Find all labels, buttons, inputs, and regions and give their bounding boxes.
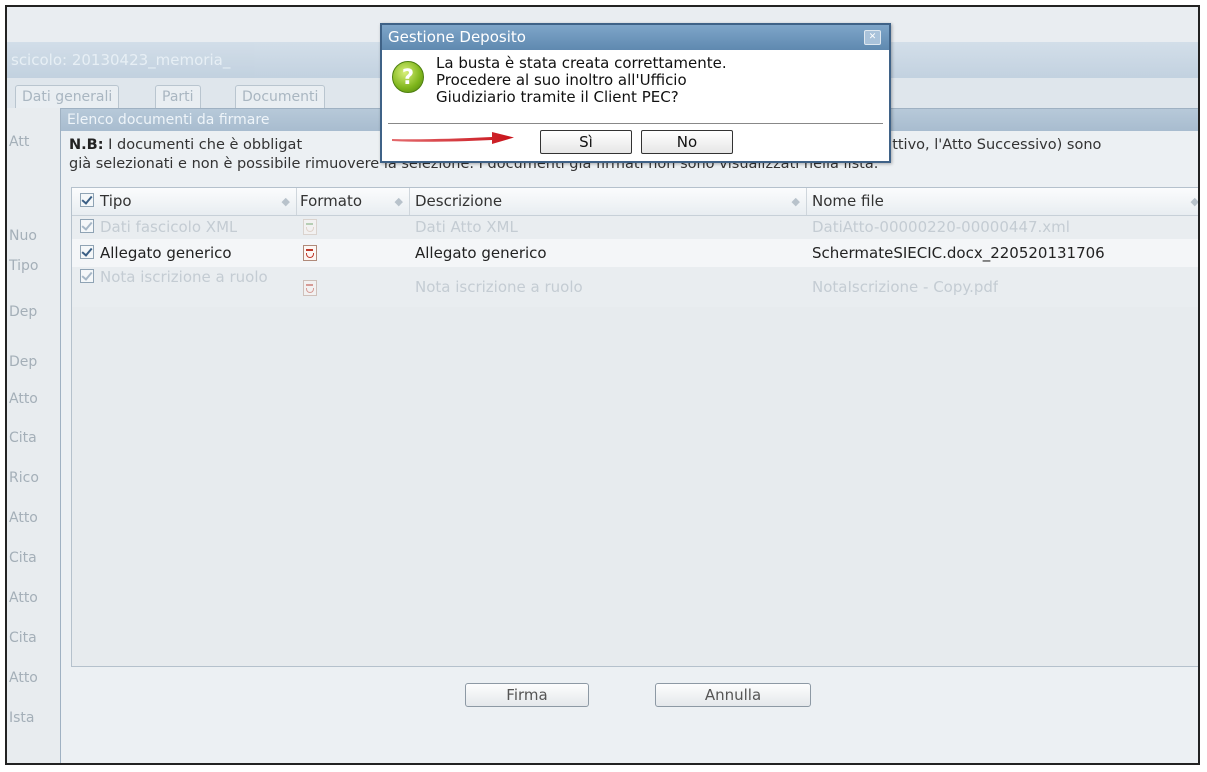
modal-title: Gestione Deposito bbox=[382, 25, 889, 50]
sidebar-item[interactable]: Tipo bbox=[9, 258, 38, 274]
column-header-nome-file[interactable]: Nome file ◆ bbox=[807, 188, 1199, 215]
row-tipo: Nota iscrizione a ruolo bbox=[100, 268, 268, 286]
documents-grid: Tipo ◆ Formato ◆ Descrizione ◆ Nome file… bbox=[71, 187, 1199, 667]
row-nome-file: NotaIscrizione - Copy.pdf bbox=[812, 278, 999, 296]
header-tipo-label: Tipo bbox=[100, 192, 132, 210]
row-descrizione: Nota iscrizione a ruolo bbox=[415, 278, 583, 296]
sidebar-item[interactable]: Cita bbox=[9, 550, 37, 566]
sidebar-item[interactable]: Ista bbox=[9, 710, 35, 726]
sidebar-item[interactable]: Nuo bbox=[9, 228, 37, 244]
sidebar-item[interactable]: Rico bbox=[9, 470, 39, 486]
header-nome-file-label: Nome file bbox=[812, 192, 884, 210]
xml-file-icon bbox=[303, 219, 317, 235]
sidebar-item[interactable]: Atto bbox=[9, 590, 38, 606]
sidebar-item[interactable]: Atto bbox=[9, 670, 38, 686]
row-checkbox bbox=[80, 269, 94, 283]
no-button[interactable]: No bbox=[641, 130, 733, 154]
row-descrizione: Allegato generico bbox=[415, 244, 547, 262]
table-row: Dati fascicolo XML Dati Atto XML DatiAtt… bbox=[72, 216, 1198, 239]
message-line: Giudiziario tramite il Client PEC? bbox=[436, 88, 679, 106]
row-nome-file: DatiAtto-00000220-00000447.xml bbox=[812, 218, 1070, 236]
row-checkbox bbox=[80, 219, 94, 233]
column-header-descrizione[interactable]: Descrizione ◆ bbox=[410, 188, 807, 215]
table-row: Nota iscrizione a ruolo Nota iscrizione … bbox=[72, 267, 1198, 307]
sidebar-item[interactable]: Cita bbox=[9, 630, 37, 646]
firma-button[interactable]: Firma bbox=[465, 683, 589, 707]
tab-dati-generali[interactable]: Dati generali bbox=[15, 85, 120, 108]
red-arrow-icon bbox=[392, 132, 514, 144]
select-all-checkbox[interactable] bbox=[80, 193, 94, 207]
pdf-file-icon[interactable] bbox=[303, 245, 317, 261]
sidebar-item[interactable]: Atto bbox=[9, 391, 38, 407]
documents-to-sign-dialog: Elenco documenti da firmare N.B: I docum… bbox=[60, 108, 1199, 763]
sidebar-item[interactable]: Atto bbox=[9, 510, 38, 526]
sidebar-item[interactable]: Dep bbox=[9, 354, 37, 370]
sidebar-item[interactable]: Dep bbox=[9, 304, 37, 320]
row-tipo-cell: Allegato generico bbox=[80, 239, 232, 267]
header-descrizione-label: Descrizione bbox=[415, 192, 503, 210]
modal-separator bbox=[388, 123, 883, 124]
sort-icon: ◆ bbox=[1190, 195, 1199, 208]
sidebar-item[interactable]: Cita bbox=[9, 430, 37, 446]
screenshot-frame: scicolo: 20130423_memoria_ Dati generali… bbox=[5, 5, 1200, 765]
modal-message: La busta è stata creata correttamente. P… bbox=[436, 55, 876, 106]
pdf-file-icon bbox=[303, 280, 317, 296]
row-nome-file: SchermateSIECIC.docx_220520131706 bbox=[812, 244, 1105, 262]
sidebar-item[interactable]: Att bbox=[9, 134, 29, 150]
row-tipo: Dati fascicolo XML bbox=[100, 218, 238, 236]
tab-documenti[interactable]: Documenti bbox=[235, 85, 326, 108]
row-tipo: Allegato generico bbox=[100, 244, 232, 262]
note-text-end: uttivo, l'Atto Successivo) sono bbox=[883, 137, 1102, 153]
row-checkbox[interactable] bbox=[80, 245, 94, 259]
column-header-tipo[interactable]: Tipo ◆ bbox=[72, 188, 297, 215]
note-text-start: I documenti che è obbligat bbox=[103, 137, 303, 153]
sort-icon: ◆ bbox=[281, 195, 290, 208]
yes-button[interactable]: Sì bbox=[540, 130, 632, 154]
note-label: N.B: bbox=[69, 137, 104, 153]
tab-parti[interactable]: Parti bbox=[155, 85, 201, 108]
row-tipo-cell: Nota iscrizione a ruolo bbox=[80, 268, 290, 286]
column-header-formato[interactable]: Formato ◆ bbox=[297, 188, 410, 215]
row-descrizione: Dati Atto XML bbox=[415, 218, 518, 236]
header-formato-label: Formato bbox=[300, 192, 363, 210]
message-line: Procedere al suo inoltro all'Ufficio bbox=[436, 71, 687, 89]
message-line: La busta è stata creata correttamente. bbox=[436, 54, 727, 72]
background-sidebar: Att Nuo Tipo Dep Dep Atto Cita Rico Atto… bbox=[7, 108, 67, 763]
grid-header: Tipo ◆ Formato ◆ Descrizione ◆ Nome file… bbox=[72, 188, 1199, 216]
sort-icon: ◆ bbox=[791, 195, 800, 208]
row-tipo-cell: Dati fascicolo XML bbox=[80, 216, 237, 239]
sort-icon: ◆ bbox=[394, 195, 403, 208]
question-icon: ? bbox=[392, 61, 424, 93]
annulla-button[interactable]: Annulla bbox=[655, 683, 811, 707]
table-row[interactable]: Allegato generico Allegato generico Sche… bbox=[72, 239, 1198, 267]
close-icon[interactable]: ✕ bbox=[864, 30, 881, 45]
